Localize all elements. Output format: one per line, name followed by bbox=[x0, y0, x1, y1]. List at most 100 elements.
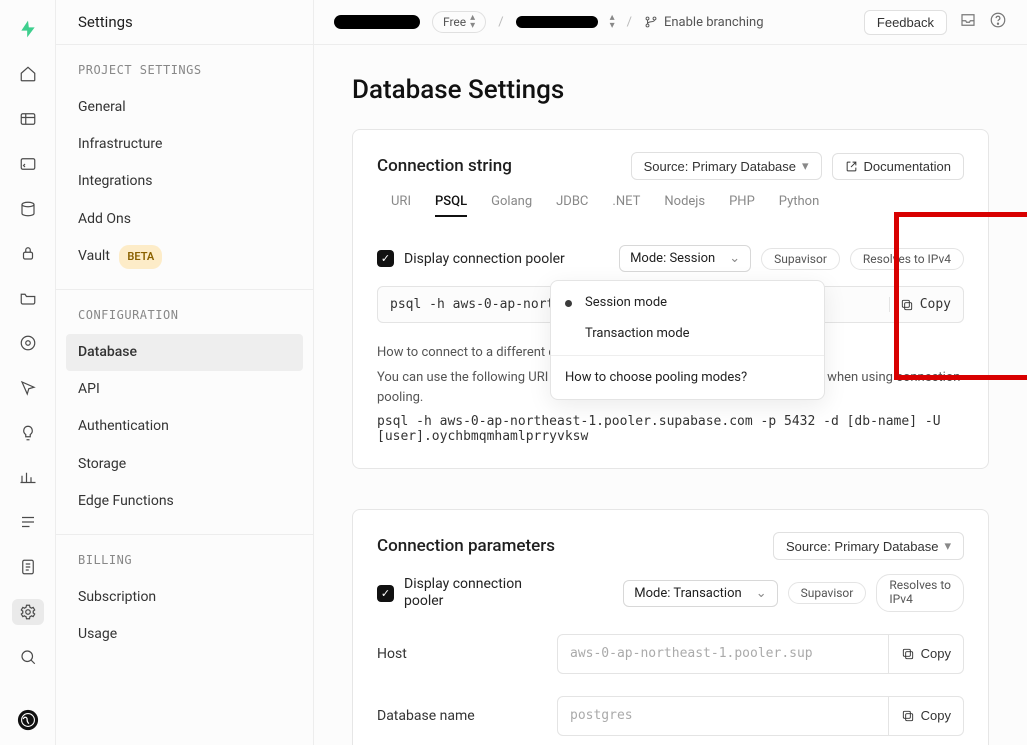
mode-dropdown[interactable]: Mode: Transaction ⌄ bbox=[623, 580, 777, 607]
mode-option-label: Transaction mode bbox=[585, 326, 690, 341]
realtime-icon[interactable] bbox=[12, 375, 44, 402]
sidebar-item-authentication[interactable]: Authentication bbox=[66, 408, 303, 445]
icon-rail bbox=[0, 0, 56, 745]
display-pooler-checkbox[interactable]: ✓ bbox=[377, 585, 394, 602]
dbname-label: Database name bbox=[377, 708, 537, 724]
help-icon[interactable] bbox=[989, 11, 1007, 33]
copy-button[interactable]: Copy bbox=[889, 297, 951, 312]
copy-icon bbox=[901, 709, 915, 723]
beta-badge: BETA bbox=[119, 245, 162, 269]
copy-label: Copy bbox=[920, 297, 951, 312]
dbname-input[interactable] bbox=[558, 698, 888, 733]
reports-icon[interactable] bbox=[12, 464, 44, 491]
source-selector-button[interactable]: Source: Primary Database ▾ bbox=[773, 532, 964, 560]
sidebar-item-addons[interactable]: Add Ons bbox=[66, 201, 303, 238]
breadcrumb-separator: / bbox=[627, 15, 632, 30]
connection-parameters-card: Connection parameters Source: Primary Da… bbox=[352, 509, 989, 745]
feedback-button[interactable]: Feedback bbox=[864, 10, 947, 35]
breadcrumb-project-redacted[interactable] bbox=[516, 16, 598, 28]
supavisor-chip: Supavisor bbox=[788, 582, 867, 604]
chevron-down-icon: ▾ bbox=[802, 158, 809, 174]
host-label: Host bbox=[377, 646, 537, 662]
sidebar-item-database[interactable]: Database bbox=[66, 334, 303, 371]
plan-pill-label: Free bbox=[443, 15, 466, 29]
sidebar-item-edge-functions[interactable]: Edge Functions bbox=[66, 483, 303, 520]
topbar: Free ▴▾ / ▴▾ / Enable branching Feedback bbox=[314, 0, 1027, 45]
documentation-label: Documentation bbox=[864, 159, 951, 174]
tab-golang[interactable]: Golang bbox=[491, 194, 532, 217]
sidebar-item-integrations[interactable]: Integrations bbox=[66, 163, 303, 200]
sidebar-item-vault[interactable]: Vault BETA bbox=[66, 238, 303, 275]
chevron-down-icon: ▾ bbox=[944, 538, 951, 554]
connection-parameters-title: Connection parameters bbox=[377, 536, 763, 556]
mode-dropdown-panel: Session mode Transaction mode How to cho… bbox=[550, 280, 825, 400]
sidebar-item-usage[interactable]: Usage bbox=[66, 616, 303, 653]
mode-option-transaction[interactable]: Transaction mode bbox=[551, 318, 824, 349]
page-title: Database Settings bbox=[352, 75, 989, 105]
copy-label: Copy bbox=[921, 708, 951, 723]
inbox-icon[interactable] bbox=[959, 11, 977, 33]
tab-dotnet[interactable]: .NET bbox=[612, 194, 640, 217]
logs-icon[interactable] bbox=[12, 509, 44, 536]
plan-pill[interactable]: Free ▴▾ bbox=[432, 11, 486, 33]
sidebar-item-storage[interactable]: Storage bbox=[66, 446, 303, 483]
resolves-ipv4-chip: Resolves to IPv4 bbox=[876, 574, 964, 612]
sidebar-item-general[interactable]: General bbox=[66, 89, 303, 126]
host-input[interactable] bbox=[558, 636, 888, 671]
database-icon[interactable] bbox=[12, 195, 44, 222]
settings-icon[interactable] bbox=[12, 599, 44, 626]
breadcrumb-org-redacted[interactable] bbox=[334, 15, 420, 29]
breadcrumb-separator: / bbox=[498, 15, 503, 30]
table-editor-icon[interactable] bbox=[12, 106, 44, 133]
tab-uri[interactable]: URI bbox=[391, 194, 411, 217]
sql-editor-icon[interactable] bbox=[12, 150, 44, 177]
updown-icon: ▴▾ bbox=[470, 14, 475, 30]
home-icon[interactable] bbox=[12, 61, 44, 88]
user-avatar-icon[interactable] bbox=[12, 706, 44, 733]
tab-php[interactable]: PHP bbox=[729, 194, 755, 217]
resolves-ipv4-chip: Resolves to IPv4 bbox=[850, 248, 964, 270]
settings-sidebar-title: Settings bbox=[56, 0, 313, 45]
documentation-button[interactable]: Documentation bbox=[832, 153, 964, 180]
connection-string-tabs: URI PSQL Golang JDBC .NET Nodejs PHP Pyt… bbox=[377, 194, 964, 227]
api-docs-icon[interactable] bbox=[12, 554, 44, 581]
enable-branching-label: Enable branching bbox=[664, 15, 764, 30]
tab-nodejs[interactable]: Nodejs bbox=[664, 194, 705, 217]
sidebar-item-infrastructure[interactable]: Infrastructure bbox=[66, 126, 303, 163]
mode-option-session[interactable]: Session mode bbox=[551, 287, 824, 318]
enable-branching-button[interactable]: Enable branching bbox=[644, 15, 764, 30]
edge-functions-icon[interactable] bbox=[12, 330, 44, 357]
sidebar-item-label: Vault bbox=[78, 248, 110, 264]
mode-help-link[interactable]: How to choose pooling modes? bbox=[551, 362, 824, 393]
settings-sidebar: Settings PROJECT SETTINGS General Infras… bbox=[56, 0, 314, 745]
help-code-snippet: psql -h aws-0-ap-northeast-1.pooler.supa… bbox=[377, 414, 964, 444]
auth-icon[interactable] bbox=[12, 240, 44, 267]
tab-python[interactable]: Python bbox=[779, 194, 819, 217]
sidebar-item-api[interactable]: API bbox=[66, 371, 303, 408]
search-icon[interactable] bbox=[12, 643, 44, 670]
selected-dot-icon bbox=[565, 300, 572, 307]
display-pooler-label: Display connection pooler bbox=[404, 251, 565, 267]
tab-jdbc[interactable]: JDBC bbox=[556, 194, 588, 217]
tab-psql[interactable]: PSQL bbox=[435, 194, 467, 217]
source-selector-button[interactable]: Source: Primary Database ▾ bbox=[631, 152, 822, 180]
content-scroll[interactable]: Database Settings Connection string Sour… bbox=[314, 45, 1027, 745]
copy-button[interactable]: Copy bbox=[888, 697, 963, 735]
display-pooler-checkbox[interactable]: ✓ bbox=[377, 250, 394, 267]
updown-icon[interactable]: ▴▾ bbox=[610, 14, 615, 30]
copy-icon bbox=[900, 298, 914, 312]
source-selector-label: Source: Primary Database bbox=[644, 159, 796, 174]
section-title-config: CONFIGURATION bbox=[78, 308, 291, 322]
advisors-icon[interactable] bbox=[12, 419, 44, 446]
copy-button[interactable]: Copy bbox=[888, 635, 963, 673]
sidebar-item-subscription[interactable]: Subscription bbox=[66, 579, 303, 616]
external-link-icon bbox=[845, 160, 858, 173]
connection-string-title: Connection string bbox=[377, 156, 621, 176]
mode-option-label: Session mode bbox=[585, 295, 667, 310]
chevron-down-icon: ⌄ bbox=[729, 251, 740, 266]
mode-dropdown-label: Mode: Transaction bbox=[634, 586, 741, 601]
mode-dropdown[interactable]: Mode: Session ⌄ bbox=[619, 245, 751, 272]
storage-icon[interactable] bbox=[12, 285, 44, 312]
mode-dropdown-label: Mode: Session bbox=[630, 251, 715, 266]
supabase-logo-icon[interactable] bbox=[12, 16, 44, 43]
